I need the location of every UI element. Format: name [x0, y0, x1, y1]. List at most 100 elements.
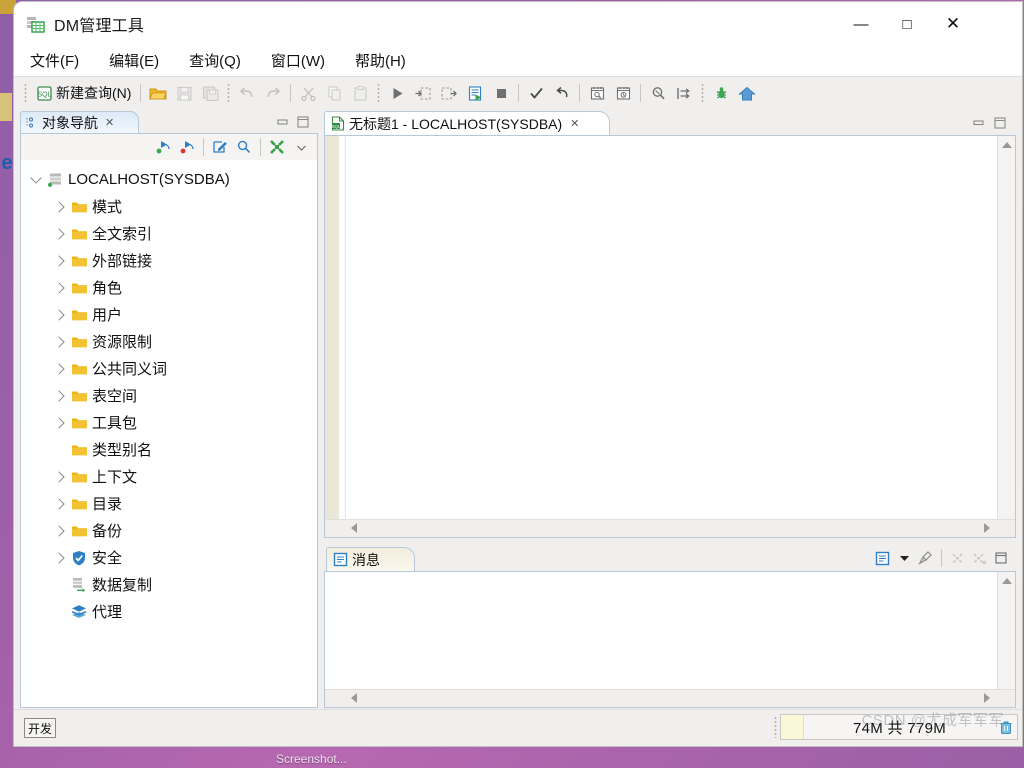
- navigator-tab-close-icon[interactable]: ✕: [105, 116, 114, 129]
- chevron-right-icon[interactable]: [51, 389, 69, 402]
- chevron-right-icon[interactable]: [51, 308, 69, 321]
- tab-untitled-1[interactable]: SQL 无标题1 - LOCALHOST(SYSDBA) ✕: [324, 111, 610, 135]
- edge-browser-icon[interactable]: e: [0, 150, 14, 176]
- messages-text-area[interactable]: [325, 572, 997, 689]
- find-button[interactable]: [646, 81, 670, 105]
- editor-scroll-left-button[interactable]: [345, 520, 362, 536]
- tree-item[interactable]: 上下文: [21, 463, 317, 490]
- status-mode-badge[interactable]: 开发: [24, 718, 57, 738]
- messages-vertical-scrollbar[interactable]: [997, 572, 1015, 707]
- redo-button[interactable]: [261, 81, 285, 105]
- memory-indicator[interactable]: 74M 共 779M: [780, 714, 1018, 740]
- editor-minimize-icon[interactable]: [972, 116, 986, 130]
- tab-messages[interactable]: 消息: [326, 547, 415, 571]
- tree-item[interactable]: 全文索引: [21, 220, 317, 247]
- tree-item[interactable]: 外部链接: [21, 247, 317, 274]
- history-button[interactable]: [611, 81, 635, 105]
- chevron-right-icon[interactable]: [51, 227, 69, 240]
- connect-button[interactable]: [151, 136, 175, 158]
- chevron-right-icon[interactable]: [51, 416, 69, 429]
- menu-file[interactable]: 文件(F): [28, 47, 91, 75]
- tree-item[interactable]: 类型别名: [21, 436, 317, 463]
- tree-item[interactable]: 数据复制: [21, 571, 317, 598]
- message-view-menu-button[interactable]: [893, 548, 915, 568]
- close-message-button[interactable]: [946, 548, 968, 568]
- commit-button[interactable]: [524, 81, 548, 105]
- trash-icon[interactable]: [995, 720, 1017, 735]
- debug-button[interactable]: [709, 81, 733, 105]
- menu-edit[interactable]: 编辑(E): [107, 47, 171, 75]
- copy-button[interactable]: [322, 81, 346, 105]
- navigator-maximize-icon[interactable]: [296, 115, 310, 129]
- navigator-minimize-icon[interactable]: [276, 115, 290, 129]
- messages-horizontal-scrollbar[interactable]: [325, 689, 1015, 707]
- tree-item[interactable]: 安全: [21, 544, 317, 571]
- new-query-button[interactable]: SQL 新建查询(N): [32, 81, 135, 105]
- stop-button[interactable]: [489, 81, 513, 105]
- tree-item[interactable]: 备份: [21, 517, 317, 544]
- editor-gutter[interactable]: [325, 136, 339, 537]
- search-button[interactable]: [232, 136, 256, 158]
- chevron-right-icon[interactable]: [51, 497, 69, 510]
- tree-item[interactable]: 模式: [21, 193, 317, 220]
- chevron-down-icon[interactable]: [27, 172, 45, 184]
- editor-maximize-icon[interactable]: [993, 116, 1007, 130]
- message-view-button[interactable]: [871, 548, 893, 568]
- menu-help[interactable]: 帮助(H): [353, 47, 418, 75]
- execute-step-button[interactable]: [411, 81, 435, 105]
- object-tree[interactable]: LOCALHOST(SYSDBA) 模式 全文索引 外部链接 角色 用户 资源限制 公共同义词…: [21, 160, 317, 707]
- tree-item[interactable]: 角色: [21, 274, 317, 301]
- disconnect-button[interactable]: [175, 136, 199, 158]
- editor-vertical-scrollbar[interactable]: [997, 136, 1015, 537]
- tab-object-navigator[interactable]: 对象导航 ✕: [20, 111, 139, 133]
- chevron-right-icon[interactable]: [51, 362, 69, 375]
- plan-button[interactable]: [585, 81, 609, 105]
- tree-item[interactable]: 用户: [21, 301, 317, 328]
- window-close-button[interactable]: ✕: [930, 2, 976, 46]
- execute-line-button[interactable]: [437, 81, 461, 105]
- editor-folding-margin[interactable]: [339, 136, 346, 537]
- editor-horizontal-scrollbar[interactable]: [325, 519, 1015, 537]
- execute-script-button[interactable]: [463, 81, 487, 105]
- edit-button[interactable]: [208, 136, 232, 158]
- editor-tab-close-icon[interactable]: ✕: [570, 117, 579, 130]
- chevron-right-icon[interactable]: [51, 551, 69, 564]
- window-minimize-button[interactable]: —: [838, 2, 884, 46]
- chevron-right-icon[interactable]: [51, 335, 69, 348]
- messages-scroll-up-button[interactable]: [998, 572, 1015, 589]
- tree-item[interactable]: 工具包: [21, 409, 317, 436]
- home-button[interactable]: [735, 81, 759, 105]
- execute-button[interactable]: [385, 81, 409, 105]
- cut-button[interactable]: [296, 81, 320, 105]
- editor-scroll-right-button[interactable]: [978, 520, 995, 536]
- messages-scroll-right-button[interactable]: [978, 690, 995, 706]
- chevron-right-icon[interactable]: [51, 470, 69, 483]
- view-menu-button[interactable]: [289, 136, 313, 158]
- messages-scroll-left-button[interactable]: [345, 690, 362, 706]
- chevron-right-icon[interactable]: [51, 524, 69, 537]
- save-button[interactable]: [172, 81, 196, 105]
- open-folder-button[interactable]: [146, 81, 170, 105]
- tree-item[interactable]: 表空间: [21, 382, 317, 409]
- editor-text-area[interactable]: [346, 136, 997, 537]
- clear-messages-button[interactable]: [915, 548, 937, 568]
- tree-item[interactable]: 资源限制: [21, 328, 317, 355]
- tree-item[interactable]: 目录: [21, 490, 317, 517]
- tree-item[interactable]: LOCALHOST(SYSDBA): [21, 166, 317, 193]
- tree-item[interactable]: 公共同义词: [21, 355, 317, 382]
- rollback-button[interactable]: [550, 81, 574, 105]
- paste-button[interactable]: [348, 81, 372, 105]
- menu-window[interactable]: 窗口(W): [269, 47, 337, 75]
- close-all-messages-button[interactable]: [968, 548, 990, 568]
- window-maximize-button[interactable]: □: [884, 2, 930, 46]
- chevron-right-icon[interactable]: [51, 281, 69, 294]
- chevron-right-icon[interactable]: [51, 254, 69, 267]
- collapse-all-button[interactable]: [265, 136, 289, 158]
- chevron-right-icon[interactable]: [51, 200, 69, 213]
- undo-button[interactable]: [235, 81, 259, 105]
- maximize-messages-button[interactable]: [990, 548, 1012, 568]
- menu-query[interactable]: 查询(Q): [187, 47, 253, 75]
- editor-scroll-up-button[interactable]: [998, 136, 1015, 153]
- tree-item[interactable]: 代理: [21, 598, 317, 625]
- save-all-button[interactable]: [198, 81, 222, 105]
